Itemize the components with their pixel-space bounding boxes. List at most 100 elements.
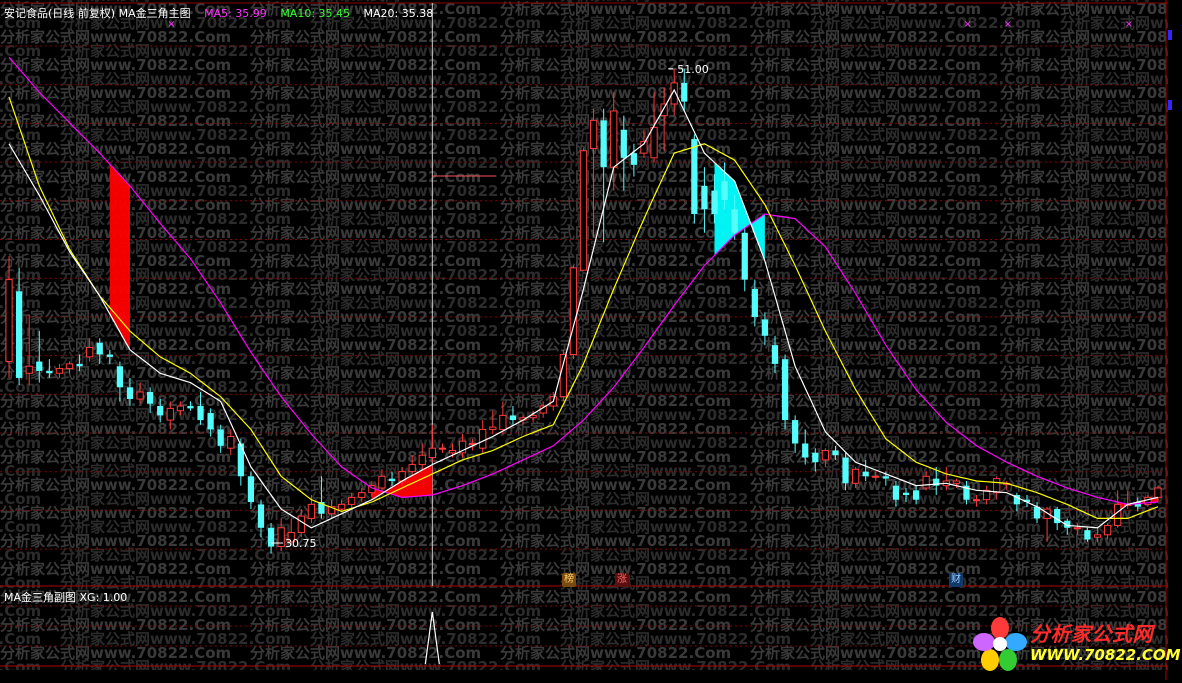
cross-marker: ×	[1125, 19, 1133, 30]
candle-body-up	[408, 464, 416, 473]
badge-zhang-text: 涨	[617, 574, 627, 585]
candle-body-up	[348, 496, 356, 505]
badge-bang-text: 榜	[564, 574, 574, 585]
watermark-layer-2	[0, 0, 1168, 670]
candle-body-down	[96, 342, 103, 355]
candle-body-down	[237, 443, 244, 477]
candle-body-down	[509, 415, 517, 421]
candle-body-down	[771, 345, 779, 364]
candle-body-up	[1154, 487, 1162, 498]
candle-body-up	[55, 368, 64, 374]
logo-title: 分析家公式网	[1030, 622, 1153, 646]
candle-body-up	[358, 492, 366, 498]
candle-body-down	[187, 406, 194, 409]
candle-body-up	[559, 354, 567, 398]
candle-body-down	[1084, 530, 1091, 540]
candle-body-up	[307, 503, 316, 519]
candle-body-down	[388, 478, 396, 481]
candle-body-up	[479, 428, 487, 449]
low-price-label: 30.75	[285, 537, 317, 550]
right-scroll-mark	[1168, 100, 1172, 110]
candle-body-up	[227, 435, 235, 449]
candle-body-down	[257, 504, 265, 528]
candle-body-down	[267, 527, 275, 547]
candle-body-up	[922, 475, 930, 489]
badge-zhang[interactable]: 涨	[615, 573, 629, 587]
candle-body-down	[781, 359, 789, 421]
site-logo: 分析家公式网 WWW.70822.COM	[972, 614, 1181, 674]
candle-body-up	[5, 279, 13, 363]
candle-body-up	[438, 447, 447, 450]
candle-body-down	[701, 185, 708, 210]
candle-body-down	[731, 209, 738, 233]
stock-chart: 分析家公式网www.70822.Com 分析家公式网www.70822.Com …	[0, 0, 1172, 680]
ma20-label: MA20: 35.38	[363, 7, 434, 20]
badge-cai[interactable]: 财	[949, 573, 963, 587]
candle-body-up	[872, 475, 880, 478]
candle-body-down	[691, 139, 698, 215]
candle-body-up	[569, 267, 578, 356]
candle-body-up	[1103, 524, 1112, 536]
candle-body-down	[842, 457, 849, 484]
candle-body-up	[297, 515, 305, 533]
candle-body-down	[812, 452, 819, 463]
candle-body-down	[630, 153, 638, 165]
candle-body-down	[217, 429, 224, 446]
candle-body-down	[912, 490, 920, 500]
candle-body-up	[277, 527, 285, 548]
cross-marker: ×	[1004, 19, 1012, 30]
candle-body-up	[166, 407, 174, 421]
candle-body-down	[600, 120, 607, 168]
candle-body-up	[610, 110, 618, 168]
candle-body-up	[25, 365, 33, 374]
candle-body-down	[741, 232, 748, 280]
candle-body-down	[620, 129, 627, 158]
candle-body-down	[36, 361, 43, 371]
candle-body-up	[650, 126, 658, 159]
candle-body-down	[147, 391, 154, 404]
candle-body-down	[46, 370, 53, 374]
candle-body-up	[821, 450, 830, 461]
badge-bang[interactable]: 榜	[562, 573, 576, 587]
candle-body-up	[589, 119, 598, 149]
candle-body-up	[952, 480, 961, 484]
candle-body-down	[882, 476, 889, 479]
candle-body-down	[15, 291, 23, 378]
cross-marker: ×	[963, 19, 971, 30]
candle-body-up	[993, 478, 1001, 494]
badge-cai-text: 财	[951, 574, 961, 585]
candle-body-up	[972, 499, 981, 502]
candle-body-up	[65, 363, 74, 370]
candle-body-down	[751, 288, 758, 318]
candle-body-up	[1093, 534, 1102, 538]
ma10-label: MA10: 35.45	[280, 7, 351, 20]
candle-body-down	[106, 354, 113, 357]
ma5-label: MA5: 35.99	[204, 7, 267, 20]
candle-body-up	[136, 391, 144, 400]
sub-panel-title: MA金三角副图 XG: 1.00	[4, 591, 128, 604]
flower-logo-icon	[973, 617, 1027, 671]
candle-body-down	[197, 406, 204, 421]
candle-body-up	[499, 414, 507, 430]
candle-body-down	[832, 450, 839, 456]
main-chart-header: 安记食品(日线 前复权) MA金三角主图 MA5: 35.99 MA10: 35…	[4, 5, 443, 21]
candle-body-up	[1114, 503, 1122, 526]
candle-body-down	[802, 443, 809, 458]
candle-body-up	[176, 405, 184, 412]
candle-body-down	[892, 485, 900, 500]
candle-body-up	[579, 150, 588, 271]
candle-body-up	[851, 468, 860, 484]
candle-body-down	[862, 471, 869, 477]
candle-body-down	[721, 181, 728, 200]
candle-body-down	[207, 413, 214, 430]
stock-title: 安记食品(日线 前复权) MA金三角主图	[4, 7, 191, 20]
candle-body-up	[448, 450, 457, 454]
candle-body-down	[681, 82, 688, 102]
candle-body-up	[337, 503, 346, 510]
candle-body-up	[378, 475, 386, 489]
candle-body-down	[761, 319, 769, 336]
logo-url: WWW.70822.COM	[1030, 646, 1181, 664]
candle-body-up	[418, 454, 426, 466]
candle-body-down	[711, 190, 718, 215]
candle-body-down	[247, 476, 255, 503]
